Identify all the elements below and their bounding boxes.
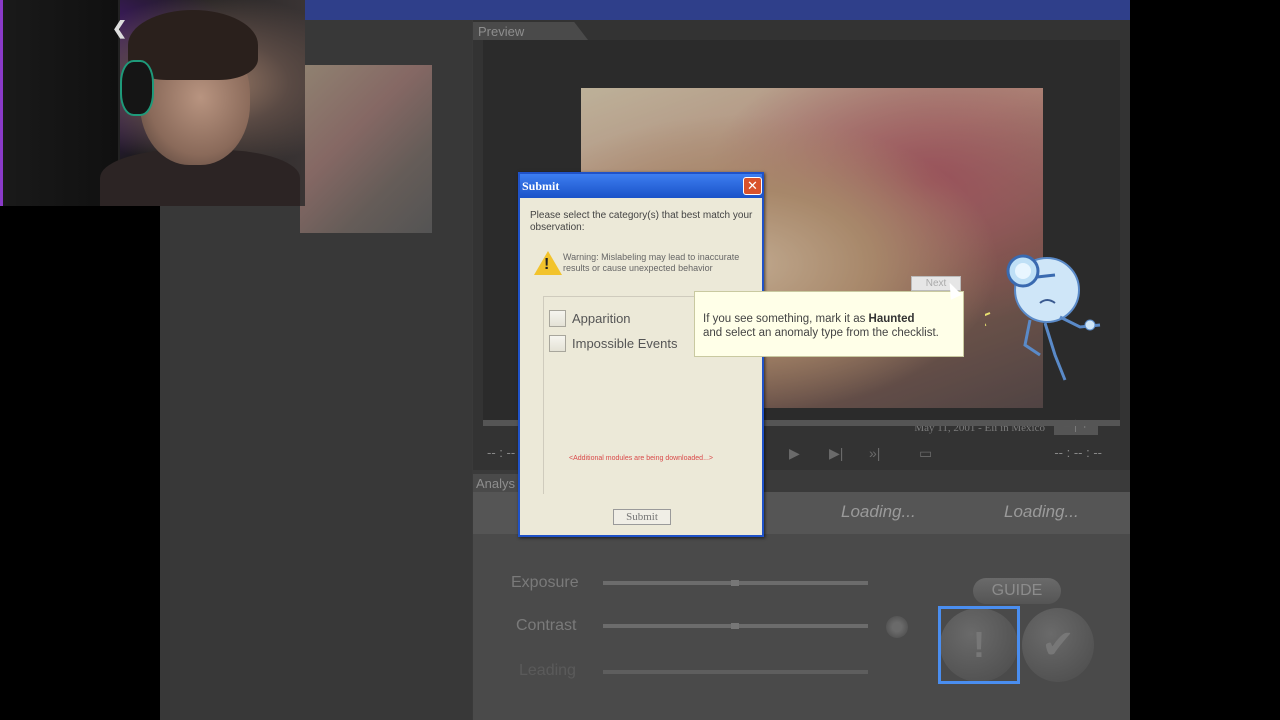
contrast-knob[interactable] (731, 623, 739, 629)
dialog-title: Submit (520, 174, 762, 198)
haunted-focus-ring (938, 606, 1020, 684)
tutorial-tooltip: If you see something, mark it as Haunted… (694, 291, 964, 357)
submit-button[interactable]: Submit (613, 509, 671, 525)
warning-mark: ! (544, 256, 550, 273)
confirm-button[interactable]: ✔ (1022, 608, 1094, 682)
guide-button[interactable]: GUIDE (973, 578, 1061, 604)
reset-round-button[interactable] (886, 616, 908, 638)
contrast-label: Contrast (516, 617, 577, 634)
photo-thumbnail[interactable] (300, 65, 432, 233)
app-titlebar (160, 0, 1130, 20)
webcam-overlay: ❮ (0, 0, 305, 206)
tooltip-haunted-word: Haunted (868, 313, 915, 325)
warning-text: Warning: Mislabeling may lead to inaccur… (563, 252, 740, 273)
leading-label: Leading (519, 662, 576, 679)
fullscreen-icon[interactable]: ▭ (919, 445, 932, 462)
loading-indicator-1: Loading... (841, 502, 916, 521)
loading-indicator-2: Loading... (1004, 502, 1079, 521)
dialog-prompt: Please select the category(s) that best … (530, 210, 753, 233)
fast-forward-icon[interactable]: »| (869, 445, 880, 461)
exposure-label: Exposure (511, 574, 579, 591)
impossible-events-checkbox[interactable] (549, 335, 566, 352)
exposure-knob[interactable] (731, 580, 739, 586)
tooltip-line1: If you see something, mark it as (703, 313, 869, 325)
modules-downloading-note: <Additional modules are being downloaded… (569, 455, 713, 462)
webcam-border (0, 0, 305, 206)
total-time: -- : -- : -- (1054, 445, 1102, 460)
screen: Preview May 11, 2001 - Eli in Mexico − │… (0, 0, 1280, 720)
close-icon[interactable]: ✕ (743, 177, 762, 195)
leading-slider[interactable] (603, 670, 868, 674)
tooltip-line2: and select an anomaly type from the chec… (703, 327, 939, 339)
apparition-checkbox[interactable] (549, 310, 566, 327)
elapsed-time: -- : -- (487, 445, 516, 460)
apparition-label[interactable]: Apparition (572, 311, 631, 326)
step-forward-icon[interactable]: ▶| (829, 445, 843, 462)
preview-tab[interactable]: Preview (473, 22, 588, 40)
impossible-events-label[interactable]: Impossible Events (572, 336, 678, 351)
mascot-magnifier-icon (985, 254, 1101, 381)
play-icon[interactable]: ▶ (789, 445, 800, 462)
